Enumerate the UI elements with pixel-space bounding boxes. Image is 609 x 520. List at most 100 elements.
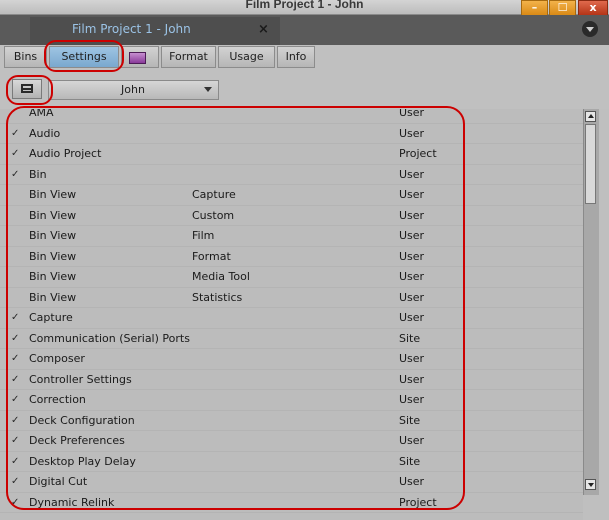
setting-type: Project (399, 147, 437, 160)
setting-name: Capture (29, 311, 73, 324)
setting-type: User (399, 434, 425, 447)
scroll-down-icon[interactable] (585, 479, 596, 490)
vertical-scrollbar[interactable] (583, 109, 599, 495)
checkmark-icon: ✓ (11, 353, 20, 364)
setting-type: Project (399, 495, 437, 509)
settings-row[interactable]: ✓ Audio Project Project (0, 144, 583, 165)
settings-row[interactable]: Bin View Capture User (0, 185, 583, 206)
user-select-value: John (121, 83, 145, 96)
setting-type: User (399, 126, 425, 140)
setting-type: User (399, 249, 425, 263)
settings-row[interactable]: ✓ Digital Cut User (0, 472, 583, 493)
tab-info[interactable]: Info (277, 46, 315, 68)
scroll-up-icon[interactable] (585, 111, 596, 122)
checkmark-icon: ✓ (11, 496, 20, 508)
setting-subname: Custom (192, 208, 235, 222)
setting-name: Bin View (29, 208, 77, 222)
project-tab-label: Film Project 1 - John (72, 22, 191, 36)
checkmark-icon: ✓ (11, 168, 20, 180)
setting-name: Digital Cut (29, 475, 88, 488)
setting-subname: Statistics (192, 290, 243, 304)
project-tab[interactable]: Film Project 1 - John × (30, 17, 280, 45)
setting-name: Audio Project (29, 147, 102, 160)
setting-type: User (399, 167, 425, 181)
setting-type: User (399, 229, 425, 242)
settings-row[interactable]: Bin View Media Tool User (0, 267, 583, 288)
settings-row[interactable]: Bin View Format User (0, 247, 583, 267)
setting-name: Bin View (29, 188, 77, 201)
setting-name: Bin (29, 167, 47, 181)
settings-row[interactable]: ✓ Communication (Serial) Ports Site (0, 329, 583, 349)
setting-subname: Media Tool (192, 270, 250, 283)
setting-name: Deck Preferences (29, 434, 125, 447)
setting-type: User (399, 290, 425, 304)
setting-subname: Capture (192, 188, 236, 201)
setting-type: User (399, 352, 425, 365)
settings-list: AMA User ✓ Audio User ✓ Audio Project Project… (0, 109, 583, 520)
project-tabs: Bins Settings Format Usage Info (0, 45, 609, 71)
close-window-button[interactable]: x (578, 0, 608, 16)
settings-row[interactable]: AMA User (0, 109, 583, 124)
tab-settings[interactable]: Settings (49, 46, 119, 68)
tab-bins[interactable]: Bins (4, 46, 47, 68)
setting-name: Dynamic Relink (29, 495, 115, 509)
panel-menu-icon[interactable] (582, 21, 598, 37)
checkmark-icon: ✓ (11, 455, 20, 467)
checkmark-icon: ✓ (11, 476, 20, 487)
os-title-bar: Film Project 1 - John – ☐ x (0, 0, 609, 16)
settings-row[interactable]: Bin View Statistics User (0, 288, 583, 308)
setting-type: User (399, 188, 425, 201)
setting-type: Site (399, 454, 421, 468)
settings-row[interactable]: ✓ Deck Preferences User (0, 431, 583, 452)
settings-row[interactable]: Bin View Film User (0, 226, 583, 247)
setting-type: Site (399, 413, 421, 427)
settings-row[interactable]: ✓ Bin User (0, 165, 583, 185)
setting-type: User (399, 311, 425, 324)
chevron-down-icon (204, 87, 212, 92)
setting-type: User (399, 208, 425, 222)
tab-effect-palette[interactable] (121, 46, 159, 68)
settings-row[interactable]: Bin View Custom User (0, 206, 583, 226)
effect-palette-icon (129, 52, 146, 64)
settings-row[interactable]: ✓ Composer User (0, 349, 583, 370)
setting-type: User (399, 372, 425, 386)
setting-name: Controller Settings (29, 372, 132, 386)
minimize-button[interactable]: – (521, 0, 548, 16)
setting-type: User (399, 393, 425, 406)
checkmark-icon: ✓ (11, 127, 20, 139)
settings-row[interactable]: ✓ Deck Configuration Site (0, 411, 583, 431)
tab-usage[interactable]: Usage (218, 46, 275, 68)
user-select[interactable]: John (48, 80, 219, 100)
checkmark-icon: ✓ (11, 312, 20, 323)
settings-row[interactable]: ✓ Controller Settings User (0, 370, 583, 390)
setting-type: User (399, 270, 425, 283)
checkmark-icon: ✓ (11, 435, 20, 446)
setting-name: Bin View (29, 290, 77, 304)
project-tab-close-icon[interactable]: × (258, 22, 269, 37)
setting-type: Site (399, 331, 421, 345)
setting-name: Desktop Play Delay (29, 454, 136, 468)
tab-format[interactable]: Format (161, 46, 216, 68)
resize-grip-icon[interactable] (588, 500, 602, 514)
setting-subname: Film (192, 229, 215, 242)
settings-row[interactable]: ✓ Audio User (0, 124, 583, 144)
settings-row[interactable]: ✓ Capture User (0, 308, 583, 329)
setting-name: AMA (29, 109, 54, 119)
settings-row[interactable]: ✓ Desktop Play Delay Site (0, 452, 583, 472)
project-tab-bar: Film Project 1 - John × (0, 15, 609, 45)
setting-name: Communication (Serial) Ports (29, 331, 190, 345)
setting-name: Bin View (29, 270, 77, 283)
setting-name: Deck Configuration (29, 413, 135, 427)
setting-name: Composer (29, 352, 85, 365)
setting-name: Correction (29, 393, 86, 406)
settings-row[interactable]: ✓ Correction User (0, 390, 583, 411)
settings-window: Film Project 1 - John – ☐ x Film Project… (0, 0, 609, 520)
settings-view-button[interactable] (12, 79, 42, 99)
scroll-thumb[interactable] (585, 124, 596, 204)
checkmark-icon: ✓ (11, 414, 20, 426)
setting-subname: Format (192, 249, 231, 263)
settings-row[interactable]: ✓ Dynamic Relink Project (0, 493, 583, 513)
setting-type: User (399, 109, 425, 119)
checkmark-icon: ✓ (11, 332, 20, 344)
maximize-button[interactable]: ☐ (549, 0, 576, 16)
